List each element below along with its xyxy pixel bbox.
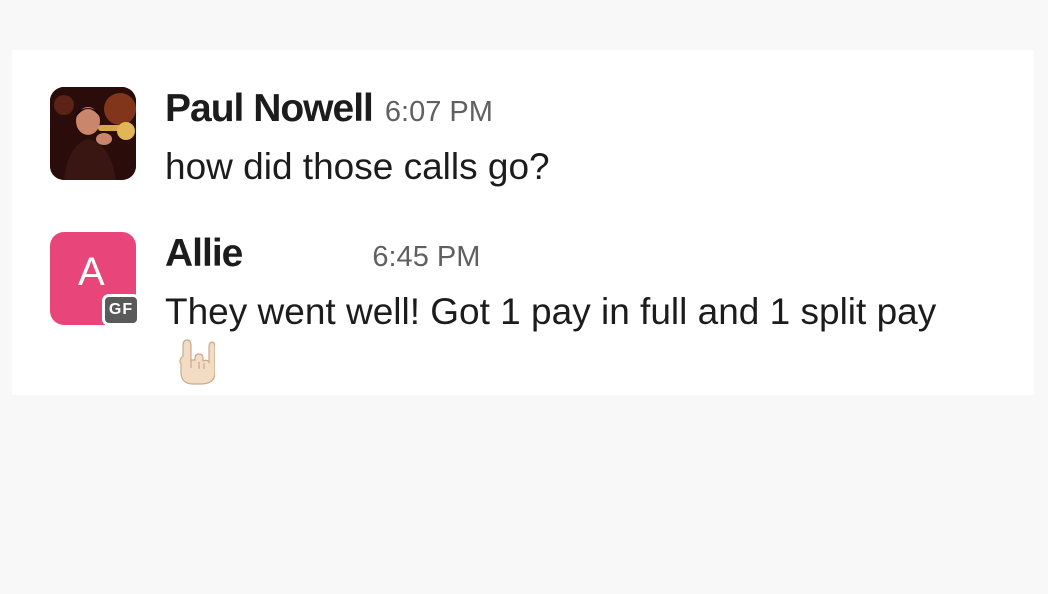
sender-name[interactable]: Paul Nowell: [165, 87, 374, 131]
message-content: Allie 6:45 PM They went well! Got 1 pay …: [165, 232, 1004, 400]
message-list: Paul Nowell 6:07 PM how did those calls …: [12, 50, 1034, 395]
sender-name[interactable]: Allie: [165, 232, 243, 276]
avatar[interactable]: A GF: [50, 232, 140, 326]
message-text-content: They went well! Got 1 pay in full and 1 …: [165, 291, 937, 332]
avatar-letter: A: [78, 250, 105, 294]
user-photo-icon: [50, 87, 136, 180]
message-timestamp[interactable]: 6:45 PM: [372, 241, 480, 274]
avatar[interactable]: [50, 87, 136, 180]
message-text: how did those calls go?: [165, 141, 965, 193]
message-text-content: how did those calls go?: [165, 146, 550, 187]
message-header: Allie 6:45 PM: [165, 232, 1004, 278]
org-badge: GF: [102, 294, 140, 326]
message-content: Paul Nowell 6:07 PM how did those calls …: [165, 87, 1004, 193]
message-text: They went well! Got 1 pay in full and 1 …: [165, 286, 965, 400]
message-header: Paul Nowell 6:07 PM: [165, 87, 1004, 133]
message-timestamp[interactable]: 6:07 PM: [385, 96, 493, 129]
sign-of-the-horns-icon: [177, 338, 216, 400]
